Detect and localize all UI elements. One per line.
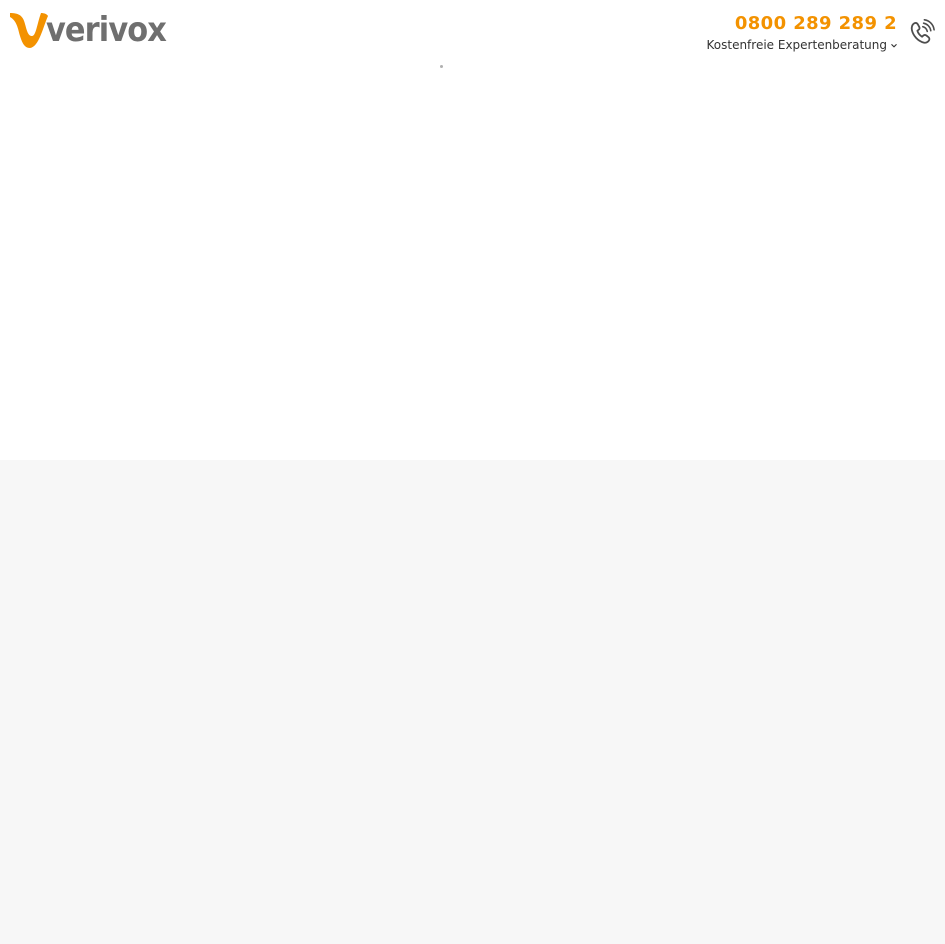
hotline-caption-label: Kostenfreie Expertenberatung	[706, 38, 888, 52]
page: verivox 0800 289 289 2 Kostenfreie Exper…	[0, 0, 945, 944]
logo-wordmark: verivox	[46, 10, 167, 50]
loading-indicator	[440, 65, 443, 68]
phone-icon[interactable]	[907, 18, 935, 46]
hotline-block: 0800 289 289 2 Kostenfreie Expertenberat…	[707, 13, 898, 53]
lower-content-area	[0, 460, 945, 944]
phone-number-link[interactable]: 0800 289 289 2	[707, 13, 898, 34]
verivox-logo[interactable]: verivox	[10, 10, 170, 50]
hotline-caption-dropdown[interactable]: Kostenfreie Expertenberatung	[707, 38, 898, 52]
chevron-down-icon	[891, 43, 897, 49]
header-content-area: verivox 0800 289 289 2 Kostenfreie Exper…	[0, 0, 945, 460]
